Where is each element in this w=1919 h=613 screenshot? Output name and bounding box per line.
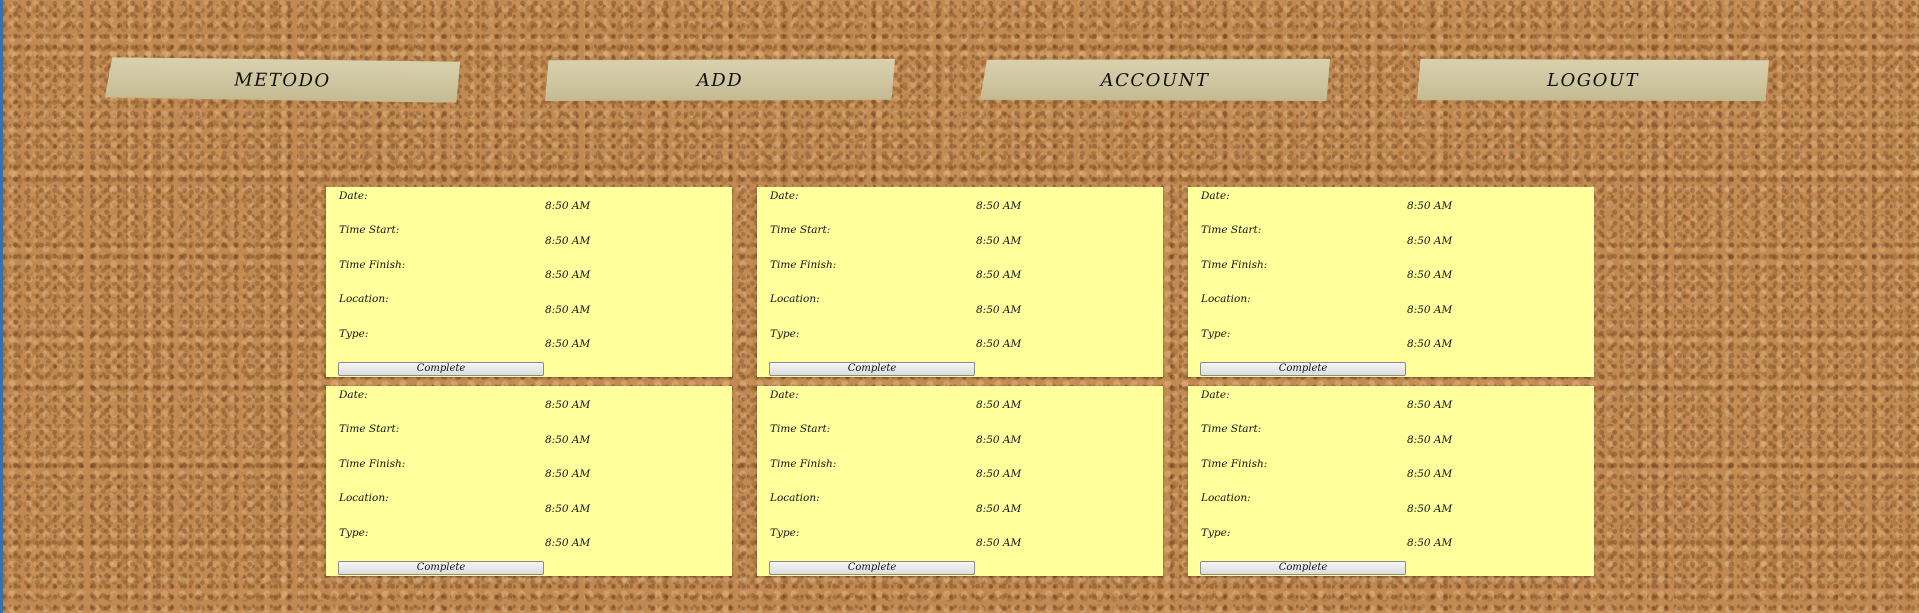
type-label: Type:: [1201, 328, 1231, 340]
complete-button[interactable]: Complete: [769, 561, 975, 575]
time-finish-value: 8:50 AM: [1407, 269, 1453, 281]
nav-logout-label: LOGOUT: [1546, 69, 1640, 91]
time-finish-value: 8:50 AM: [976, 468, 1022, 480]
date-value: 8:50 AM: [976, 200, 1022, 212]
date-label: Date:: [339, 190, 368, 202]
complete-button[interactable]: Complete: [1200, 561, 1406, 575]
location-value: 8:50 AM: [976, 503, 1022, 515]
location-label: Location:: [1201, 492, 1251, 504]
sticky-note: Date: 8:50 AM Time Start: 8:50 AM Time Fin…: [1188, 187, 1594, 377]
date-label: Date:: [770, 190, 799, 202]
time-start-value: 8:50 AM: [976, 434, 1022, 446]
type-value: 8:50 AM: [976, 338, 1022, 350]
sticky-note: Date: 8:50 AM Time Start: 8:50 AM Time Fin…: [326, 386, 732, 576]
time-start-label: Time Start:: [770, 423, 831, 435]
time-start-label: Time Start:: [1201, 224, 1262, 236]
location-label: Location:: [339, 492, 389, 504]
complete-button[interactable]: Complete: [769, 362, 975, 376]
date-value: 8:50 AM: [1407, 200, 1453, 212]
location-value: 8:50 AM: [1407, 304, 1453, 316]
time-start-value: 8:50 AM: [545, 434, 591, 446]
time-start-value: 8:50 AM: [1407, 235, 1453, 247]
time-finish-value: 8:50 AM: [1407, 468, 1453, 480]
time-finish-label: Time Finish:: [770, 259, 837, 271]
type-value: 8:50 AM: [1407, 338, 1453, 350]
complete-button[interactable]: Complete: [338, 561, 544, 575]
date-value: 8:50 AM: [976, 399, 1022, 411]
location-value: 8:50 AM: [545, 503, 591, 515]
type-value: 8:50 AM: [976, 537, 1022, 549]
notes-board: Date: 8:50 AM Time Start: 8:50 AM Time Fin…: [326, 187, 1594, 576]
time-finish-label: Time Finish:: [1201, 259, 1268, 271]
complete-button[interactable]: Complete: [1200, 362, 1406, 376]
time-finish-value: 8:50 AM: [976, 269, 1022, 281]
location-label: Location:: [770, 492, 820, 504]
time-finish-value: 8:50 AM: [545, 269, 591, 281]
nav-add-label: ADD: [696, 69, 744, 91]
time-finish-value: 8:50 AM: [545, 468, 591, 480]
time-finish-label: Time Finish:: [1201, 458, 1268, 470]
type-value: 8:50 AM: [545, 338, 591, 350]
time-finish-label: Time Finish:: [339, 259, 406, 271]
location-label: Location:: [1201, 293, 1251, 305]
location-value: 8:50 AM: [976, 304, 1022, 316]
time-finish-label: Time Finish:: [770, 458, 837, 470]
sticky-note: Date: 8:50 AM Time Start: 8:50 AM Time Fin…: [326, 187, 732, 377]
complete-button[interactable]: Complete: [338, 362, 544, 376]
location-label: Location:: [770, 293, 820, 305]
time-start-label: Time Start:: [339, 423, 400, 435]
time-finish-label: Time Finish:: [339, 458, 406, 470]
sticky-note: Date: 8:50 AM Time Start: 8:50 AM Time Fin…: [757, 386, 1163, 576]
type-label: Type:: [770, 328, 800, 340]
time-start-label: Time Start:: [1201, 423, 1262, 435]
location-label: Location:: [339, 293, 389, 305]
nav-add-button[interactable]: ADD: [545, 59, 895, 101]
date-value: 8:50 AM: [545, 200, 591, 212]
type-label: Type:: [770, 527, 800, 539]
type-value: 8:50 AM: [1407, 537, 1453, 549]
time-start-label: Time Start:: [770, 224, 831, 236]
location-value: 8:50 AM: [1407, 503, 1453, 515]
time-start-value: 8:50 AM: [1407, 434, 1453, 446]
time-start-label: Time Start:: [339, 224, 400, 236]
type-label: Type:: [1201, 527, 1231, 539]
sticky-note: Date: 8:50 AM Time Start: 8:50 AM Time Fin…: [1188, 386, 1594, 576]
date-value: 8:50 AM: [1407, 399, 1453, 411]
nav-logout-button[interactable]: LOGOUT: [1417, 59, 1769, 101]
type-label: Type:: [339, 527, 369, 539]
sticky-note: Date: 8:50 AM Time Start: 8:50 AM Time Fin…: [757, 187, 1163, 377]
date-label: Date:: [770, 389, 799, 401]
nav-metodo-label: METODO: [234, 68, 331, 92]
date-label: Date:: [1201, 190, 1230, 202]
time-start-value: 8:50 AM: [545, 235, 591, 247]
window-left-edge: [0, 0, 3, 613]
date-label: Date:: [1201, 389, 1230, 401]
time-start-value: 8:50 AM: [976, 235, 1022, 247]
date-label: Date:: [339, 389, 368, 401]
type-value: 8:50 AM: [545, 537, 591, 549]
location-value: 8:50 AM: [545, 304, 591, 316]
nav-account-label: ACCOUNT: [1100, 69, 1210, 91]
nav-metodo-button[interactable]: METODO: [105, 57, 460, 103]
date-value: 8:50 AM: [545, 399, 591, 411]
nav-account-button[interactable]: ACCOUNT: [980, 59, 1330, 101]
type-label: Type:: [339, 328, 369, 340]
